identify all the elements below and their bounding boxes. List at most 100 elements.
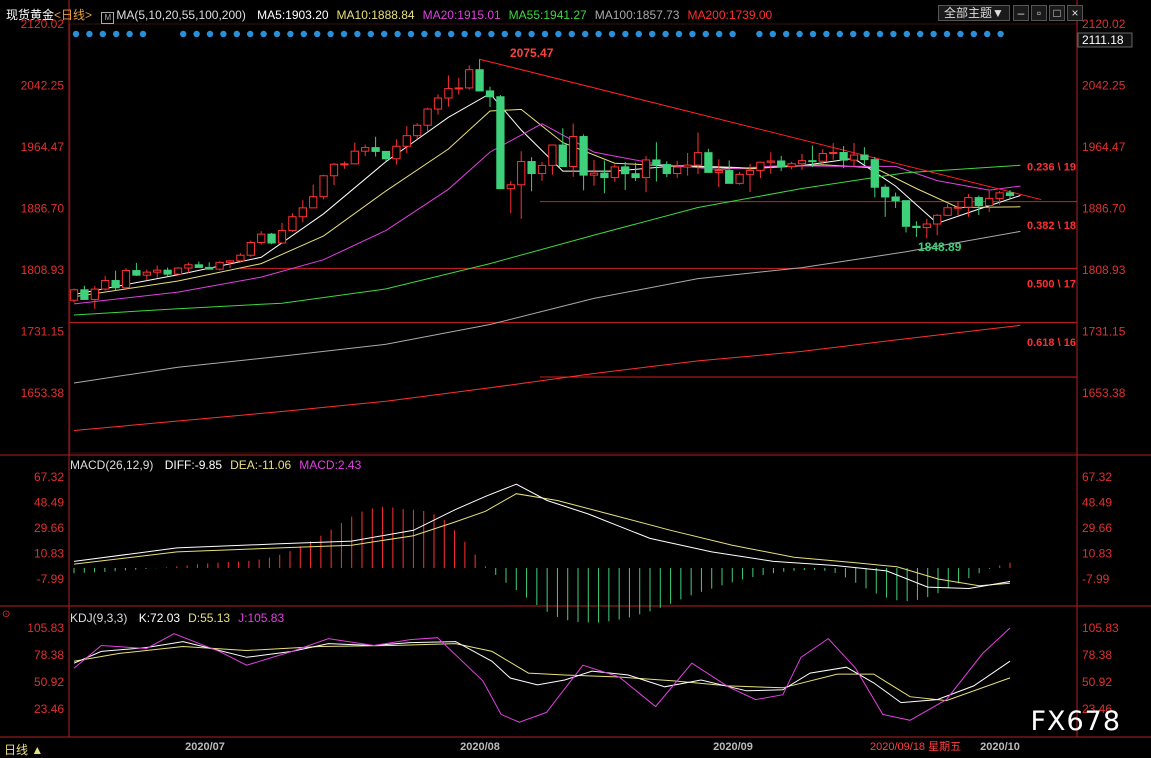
minimize-icon[interactable]: –	[1013, 5, 1029, 21]
event-dot	[970, 30, 977, 38]
event-dot	[86, 30, 93, 38]
event-dot	[220, 30, 227, 38]
event-dot	[113, 30, 120, 38]
candle-body	[361, 147, 370, 152]
period-label[interactable]: <日线>	[54, 8, 92, 22]
trendline	[479, 58, 1042, 201]
candle-body	[517, 161, 526, 186]
candle-body	[194, 264, 203, 268]
candle-body	[288, 216, 297, 232]
candle-body	[257, 233, 266, 244]
candle-body	[485, 90, 495, 98]
ma-icon: M	[101, 12, 115, 24]
candle-body	[1005, 192, 1015, 196]
ma-line-ma55	[73, 164, 1021, 316]
macd-tick-right: 48.49	[1082, 496, 1112, 510]
price-tick-left: 1653.38	[21, 386, 65, 400]
price-tick-right: 2042.25	[1082, 78, 1126, 92]
candle-body	[433, 97, 443, 110]
fib-label: 0.382 \ 18	[1027, 220, 1076, 232]
candle-body	[901, 200, 911, 227]
event-dot	[649, 30, 656, 38]
event-dot	[729, 30, 736, 38]
period-switch[interactable]: 日线 ▲	[4, 741, 43, 758]
candle-body	[974, 197, 983, 206]
price-tick-right: 1964.47	[1082, 140, 1126, 154]
ma-value-label-2: MA20:1915.01	[422, 8, 501, 22]
candle-body	[891, 196, 900, 202]
event-dot	[528, 30, 535, 38]
candle-body	[683, 164, 692, 168]
kdj-value-label-1: D:55.13	[188, 611, 231, 625]
macd-title: MACD(26,12,9)	[70, 458, 154, 472]
ma-value-label-1: MA10:1888.84	[336, 8, 415, 22]
price-tick-right: 1653.38	[1082, 386, 1126, 400]
candle-body	[454, 87, 463, 90]
candle-body	[298, 207, 307, 218]
candle-body	[371, 147, 380, 152]
candle-body	[111, 280, 120, 289]
event-dot	[930, 30, 937, 38]
candle-body	[777, 160, 786, 168]
candle-body	[506, 184, 515, 190]
candle-body	[558, 144, 567, 168]
event-dot	[314, 30, 321, 38]
ma-value-label-5: MA200:1739.00	[687, 8, 773, 22]
macd-value-label-0: DIFF:-9.85	[164, 458, 223, 472]
chart-canvas[interactable]: 2120.02 2120.022042.25 2042.251964.47 1964.…	[0, 0, 1151, 758]
event-dot	[180, 30, 187, 38]
ma-params: MA(5,10,20,55,100,200)	[116, 8, 246, 22]
event-dot	[206, 30, 214, 38]
event-dot	[394, 30, 401, 38]
current-price-label: 2111.18	[1082, 33, 1124, 47]
event-dot	[461, 30, 468, 38]
maximize-icon[interactable]: □	[1049, 5, 1065, 21]
candle-body	[829, 152, 838, 155]
candle-body	[600, 172, 609, 179]
candle-body	[745, 169, 755, 175]
candle-body	[662, 164, 671, 175]
event-dot	[863, 30, 870, 38]
candle-body	[340, 163, 349, 166]
candle-body	[631, 173, 640, 179]
candle-body	[652, 159, 661, 166]
kdj-tick-right: 78.38	[1082, 648, 1112, 662]
x-axis-label: 2020/09	[713, 741, 753, 753]
high-annotation: 2075.47	[510, 46, 554, 60]
candle-body	[413, 124, 422, 137]
candle-body	[766, 160, 775, 163]
event-dot	[917, 30, 924, 38]
macd-tick-left: -7.99	[37, 572, 65, 586]
price-tick-left: 1808.93	[21, 263, 65, 277]
candle-body	[527, 161, 536, 175]
candle-body	[548, 144, 557, 166]
event-dot	[193, 30, 200, 38]
macd-tick-left: 67.32	[34, 470, 64, 484]
event-dot	[943, 30, 951, 38]
candle-body	[995, 192, 1004, 199]
event-dot	[783, 30, 790, 38]
close-icon[interactable]: ×	[1067, 5, 1083, 21]
macd-tick-right: -7.99	[1082, 572, 1110, 586]
kdj-settings-icon[interactable]: ⊙	[2, 609, 10, 620]
candle-body	[985, 197, 994, 206]
kdj-header: KDJ(9,3,3) K:72.03 D:55.13 J:105.83	[70, 611, 284, 625]
price-tick-left: 1731.15	[21, 325, 65, 339]
price-tick-left: 2042.25	[21, 78, 65, 92]
kdj-tick-left: 78.38	[34, 648, 64, 662]
candle-body	[319, 175, 328, 198]
watermark: FX678	[1030, 706, 1121, 737]
candle-body	[465, 69, 474, 89]
event-dot	[126, 30, 133, 38]
candle-body	[277, 230, 287, 244]
theme-dropdown[interactable]: 全部主题▼	[938, 5, 1010, 21]
restore-icon[interactable]: ▫	[1031, 5, 1047, 21]
candle-body	[392, 145, 401, 160]
candle-body	[881, 186, 890, 198]
event-dot	[997, 30, 1004, 38]
event-dot	[448, 30, 455, 38]
ma-line-ma200	[73, 324, 1021, 431]
x-axis-label: 2020/10	[980, 741, 1020, 753]
event-dot	[515, 30, 522, 38]
ma-line-ma100	[73, 230, 1021, 384]
